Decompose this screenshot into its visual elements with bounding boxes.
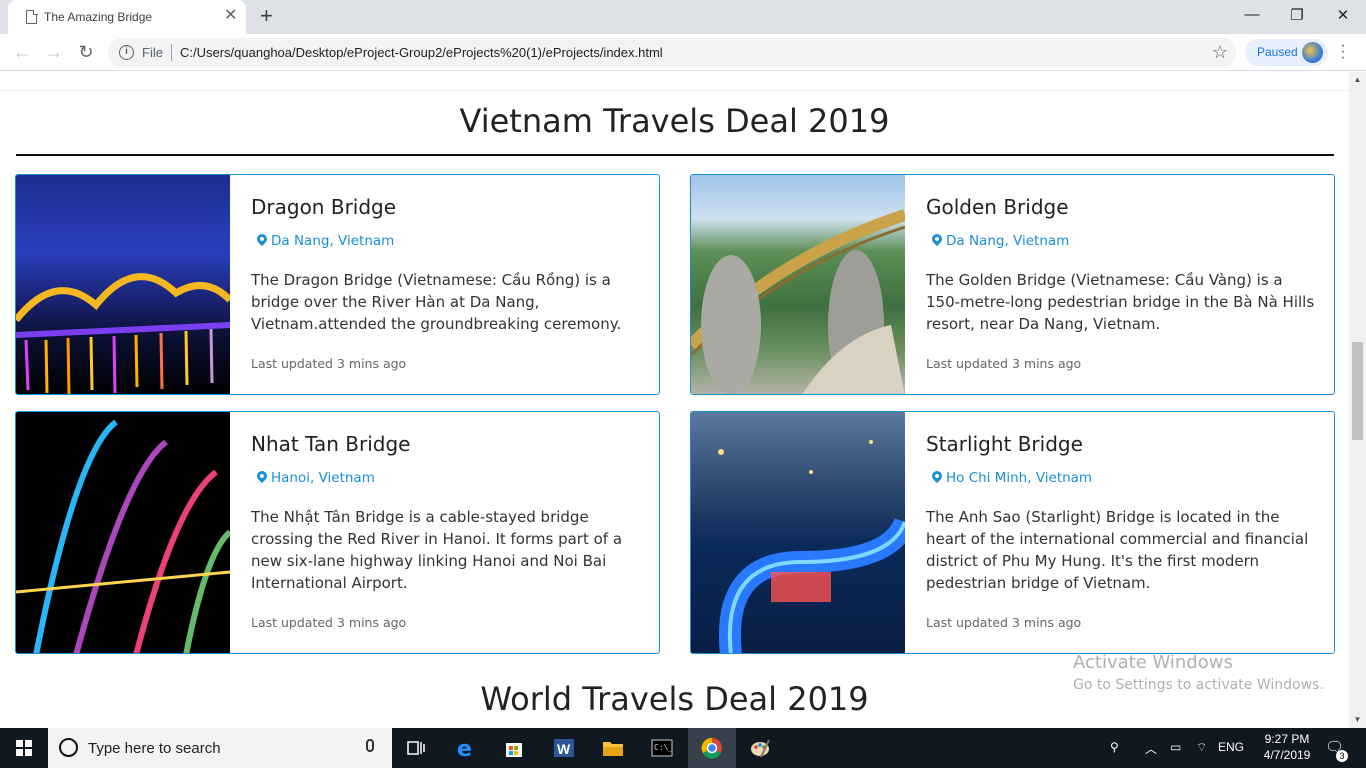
nhat-tan-bridge-image	[16, 412, 233, 653]
search-placeholder: Type here to search	[88, 740, 221, 757]
page-viewport: Vietnam Travels Deal 2019 Dragon Bridge …	[0, 72, 1349, 728]
scroll-up-icon[interactable]: ▲	[1349, 75, 1366, 84]
clock[interactable]: 9:27 PM 4/7/2019	[1252, 731, 1322, 763]
card-description: The Nhật Tân Bridge is a cable-stayed br…	[251, 508, 623, 592]
notification-badge: 3	[1336, 750, 1348, 762]
minimize-icon[interactable]: —	[1229, 6, 1275, 23]
taskbar-search[interactable]: Type here to search	[48, 728, 392, 768]
clock-time: 9:27 PM	[1264, 732, 1310, 746]
location-pin-icon	[929, 231, 945, 247]
profile-button[interactable]: Paused	[1245, 39, 1328, 66]
card-title: Dragon Bridge	[251, 195, 397, 219]
location-pin-icon	[254, 468, 270, 484]
starlight-bridge-image	[691, 412, 916, 653]
card-title: Starlight Bridge	[926, 432, 1083, 456]
location-pin-icon	[254, 231, 270, 247]
divider	[0, 90, 1349, 91]
section-rule	[16, 154, 1334, 156]
avatar	[1302, 42, 1323, 63]
divider	[171, 44, 172, 61]
taskbar: Type here to search e W C:\_ ⚲ ︿ ▭ ⌔ ENG…	[0, 728, 1366, 768]
location-pin-icon	[929, 468, 945, 484]
card-updated: Last updated 3 mins ago	[926, 615, 1082, 630]
activate-windows-subtitle: Go to Settings to activate Windows.	[1073, 677, 1324, 693]
svg-text:C:\_: C:\_	[654, 743, 673, 752]
scroll-down-icon[interactable]: ▼	[1349, 715, 1366, 724]
restore-icon[interactable]: ❐	[1274, 6, 1320, 24]
card-description: The Golden Bridge (Vietnamese: Cầu Vàng)…	[926, 271, 1315, 333]
battery-icon[interactable]: ▭	[1170, 740, 1181, 754]
close-tab-icon[interactable]: ✕	[224, 7, 237, 25]
start-button[interactable]	[0, 728, 48, 768]
edge-icon[interactable]: e	[442, 728, 490, 768]
dragon-bridge-image	[16, 175, 233, 394]
terminal-icon[interactable]: C:\_	[638, 728, 686, 768]
people-icon[interactable]: ⚲	[1110, 740, 1119, 754]
kebab-menu-icon[interactable]: · · ·	[1336, 38, 1350, 66]
forward-icon[interactable]: →	[42, 41, 66, 63]
url-text[interactable]: C:/Users/quanghoa/Desktop/eProject-Group…	[180, 45, 663, 60]
bookmark-star-icon[interactable]: ☆	[1212, 42, 1228, 63]
word-icon[interactable]: W	[540, 728, 588, 768]
address-bar[interactable]: i File C:/Users/quanghoa/Desktop/eProjec…	[108, 38, 1236, 67]
task-view-icon[interactable]	[392, 728, 440, 768]
paint-icon[interactable]	[736, 728, 784, 768]
svg-text:W: W	[557, 741, 571, 757]
cortana-icon	[59, 738, 78, 757]
bridge-card[interactable]: Dragon Bridge Da Nang, Vietnam The Drago…	[15, 174, 660, 395]
wifi-icon[interactable]: ⌔	[1196, 740, 1207, 755]
page-icon	[26, 9, 38, 24]
card-description: The Anh Sao (Starlight) Bridge is locate…	[926, 508, 1309, 592]
chrome-icon[interactable]	[688, 728, 736, 768]
activate-windows-title: Activate Windows	[1073, 652, 1233, 673]
info-icon[interactable]: i	[119, 45, 134, 60]
tab-title: The Amazing Bridge	[44, 10, 153, 24]
card-title: Golden Bridge	[926, 195, 1069, 219]
new-tab-icon[interactable]: +	[260, 4, 273, 28]
browser-tab[interactable]: The Amazing Bridge ✕	[8, 0, 246, 34]
file-label: File	[142, 45, 163, 60]
card-location[interactable]: Hanoi, Vietnam	[254, 468, 375, 486]
chevron-up-icon[interactable]: ︿	[1145, 740, 1157, 757]
card-updated: Last updated 3 mins ago	[251, 356, 407, 371]
store-icon[interactable]	[490, 728, 538, 768]
card-location[interactable]: Da Nang, Vietnam	[254, 231, 394, 249]
windows-logo-icon	[16, 740, 32, 756]
scroll-thumb[interactable]	[1352, 342, 1363, 440]
card-location[interactable]: Ho Chi Minh, Vietnam	[929, 468, 1092, 486]
golden-bridge-image	[691, 175, 907, 394]
bridge-card[interactable]: Nhat Tan Bridge Hanoi, Vietnam The Nhật …	[15, 411, 660, 654]
browser-titlebar: The Amazing Bridge ✕ + — ❐ ✕	[0, 0, 1366, 34]
reload-icon[interactable]: ↻	[74, 41, 98, 63]
card-title: Nhat Tan Bridge	[251, 432, 411, 456]
bridge-card[interactable]: Starlight Bridge Ho Chi Minh, Vietnam Th…	[690, 411, 1335, 654]
close-window-icon[interactable]: ✕	[1320, 6, 1366, 24]
clock-date: 4/7/2019	[1263, 748, 1311, 762]
section-title: Vietnam Travels Deal 2019	[459, 102, 890, 140]
language-indicator[interactable]: ENG	[1218, 740, 1244, 754]
card-updated: Last updated 3 mins ago	[926, 356, 1082, 371]
file-explorer-icon[interactable]	[589, 728, 637, 768]
microphone-icon[interactable]	[366, 739, 374, 752]
card-description: The Dragon Bridge (Vietnamese: Cầu Rồng)…	[251, 271, 622, 333]
bridge-card[interactable]: Golden Bridge Da Nang, Vietnam The Golde…	[690, 174, 1335, 395]
card-updated: Last updated 3 mins ago	[251, 615, 407, 630]
card-location[interactable]: Da Nang, Vietnam	[929, 231, 1069, 249]
browser-toolbar: ← → ↻ i File C:/Users/quanghoa/Desktop/e…	[0, 34, 1366, 71]
back-icon[interactable]: ←	[10, 41, 34, 63]
page-scrollbar[interactable]: ▲ ▼	[1349, 72, 1366, 728]
svg-text:e: e	[457, 737, 472, 759]
profile-status: Paused	[1257, 45, 1298, 59]
